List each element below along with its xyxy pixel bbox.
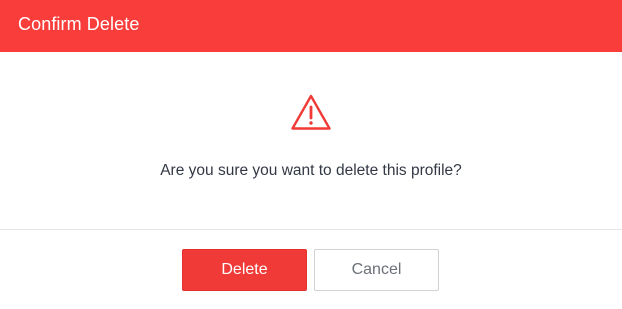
dialog-header: Confirm Delete: [0, 0, 622, 52]
warning-triangle-icon: [291, 94, 331, 130]
confirm-message: Are you sure you want to delete this pro…: [160, 162, 462, 179]
confirm-delete-dialog: Confirm Delete Are you sure you want to …: [0, 0, 622, 309]
cancel-button[interactable]: Cancel: [314, 249, 439, 291]
delete-button[interactable]: Delete: [182, 249, 307, 291]
footer-divider: [0, 229, 622, 230]
dialog-body: Are you sure you want to delete this pro…: [0, 52, 622, 229]
dialog-title: Confirm Delete: [18, 13, 140, 34]
